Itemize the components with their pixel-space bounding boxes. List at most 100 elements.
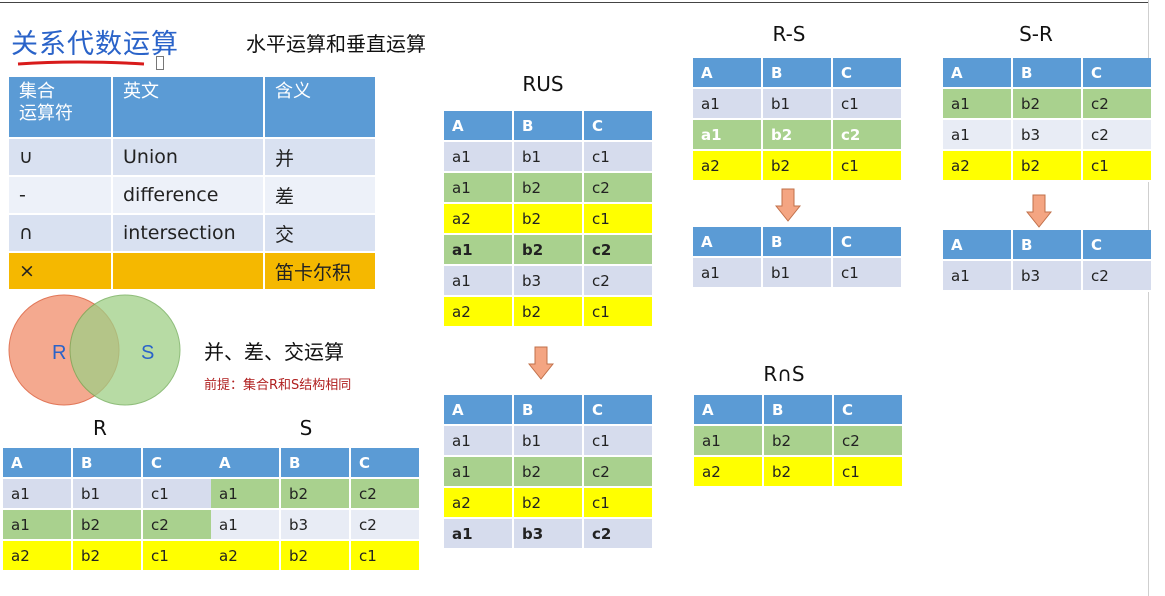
table-row: a2 b2 c1 <box>943 151 1153 182</box>
table-cell: a1 <box>444 457 514 488</box>
col-header: B <box>73 448 143 479</box>
col-header: C <box>1083 58 1153 89</box>
table-cell: b3 <box>1013 261 1083 292</box>
table-cell: a2 <box>211 541 281 572</box>
table-cell: c2 <box>584 235 654 266</box>
table-label-union: RUS <box>522 72 564 96</box>
col-header: A <box>444 395 514 426</box>
table-cell: c2 <box>584 457 654 488</box>
table-cell: b2 <box>514 488 584 519</box>
table-row: a1 b1 c1 <box>3 479 213 510</box>
table-row: a1 b2 c2 <box>943 89 1153 120</box>
table-label-r-minus-s: R-S <box>772 22 806 46</box>
table-row: a1 b3 c2 <box>943 120 1153 151</box>
ops-symbol: ∩ <box>9 215 113 253</box>
ops-header-symbol: 集合 运算符 <box>9 77 113 139</box>
col-header: A <box>3 448 73 479</box>
table-cell: a2 <box>3 541 73 572</box>
table-cell: b2 <box>514 173 584 204</box>
ops-meaning: 笛卡尔积 <box>265 253 377 291</box>
table-cell: c2 <box>351 479 421 510</box>
table-cell: b2 <box>73 541 143 572</box>
table-label-r: R <box>93 416 107 440</box>
col-header: C <box>143 448 213 479</box>
table-row: a1 b1 c1 <box>693 258 903 289</box>
table-cell: a1 <box>444 266 514 297</box>
table-row: a1 b1 c1 <box>444 142 654 173</box>
table-row: a1 b2 c2 <box>444 235 654 266</box>
table-label-intersection: R∩S <box>763 362 805 386</box>
table-cell: b2 <box>514 235 584 266</box>
table-cell: b1 <box>763 89 833 120</box>
table-cell: a1 <box>693 89 763 120</box>
ops-meaning: 并 <box>265 139 377 177</box>
table-s: ABC a1 b2 c2 a1 b3 c2 a2 b2 c1 <box>211 448 421 572</box>
page-subtitle: 水平运算和垂直运算 <box>246 32 426 56</box>
table-cell: c1 <box>143 479 213 510</box>
operators-table: 集合 运算符 英文 含义 ∪ Union 并 - difference 差 ∩ … <box>9 77 377 291</box>
ops-header-english: 英文 <box>113 77 265 139</box>
table-cell: c2 <box>143 510 213 541</box>
ops-symbol: - <box>9 177 113 215</box>
table-cell: b1 <box>514 426 584 457</box>
table-cell: b3 <box>514 266 584 297</box>
table-r: ABC a1 b1 c1 a1 b2 c2 a2 b2 c1 <box>3 448 213 572</box>
table-row: × 笛卡尔积 <box>9 253 377 291</box>
table-row: a1 b2 c2 <box>3 510 213 541</box>
col-header: A <box>943 58 1013 89</box>
table-cell: c1 <box>584 204 654 235</box>
table-cell: c1 <box>833 258 903 289</box>
col-header: A <box>943 230 1013 261</box>
ops-symbol: ∪ <box>9 139 113 177</box>
col-header: B <box>281 448 351 479</box>
table-row: a2 b2 c1 <box>3 541 213 572</box>
table-cell: c2 <box>1083 261 1153 292</box>
table-cell: a2 <box>694 457 764 488</box>
table-cell: c1 <box>584 426 654 457</box>
table-cell: c2 <box>1083 89 1153 120</box>
table-row: ∩ intersection 交 <box>9 215 377 253</box>
table-intersection: ABC a1 b2 c2 a2 b2 c1 <box>694 395 904 488</box>
table-row: a1 b1 c1 <box>693 89 903 120</box>
ops-english: intersection <box>113 215 265 253</box>
table-cell: c2 <box>1083 120 1153 151</box>
table-row: a1 b2 c2 <box>211 479 421 510</box>
premise-note: 前提：集合R和S结构相同 <box>204 378 352 393</box>
table-cell: c1 <box>833 151 903 182</box>
col-header: A <box>693 58 763 89</box>
table-cell: c2 <box>584 266 654 297</box>
col-header: C <box>833 58 903 89</box>
table-s-minus-r-before: ABC a1 b2 c2 a1 b3 c2 a2 b2 c1 <box>943 58 1153 182</box>
down-arrow-icon <box>775 188 801 222</box>
table-cell: c2 <box>833 120 903 151</box>
table-cell: c1 <box>834 457 904 488</box>
title-underline <box>17 60 145 66</box>
table-label-s: S <box>299 416 313 440</box>
table-cell: b2 <box>763 120 833 151</box>
table-cell: b1 <box>514 142 584 173</box>
table-s-minus-r-after: ABC a1 b3 c2 <box>943 230 1153 292</box>
table-cell: b2 <box>281 541 351 572</box>
table-cell: b3 <box>514 519 584 550</box>
table-cell: b2 <box>764 457 834 488</box>
col-header: C <box>1083 230 1153 261</box>
ops-symbol: × <box>9 253 113 291</box>
table-row: a1 b3 c2 <box>444 266 654 297</box>
table-cell: a2 <box>444 488 514 519</box>
ops-english: Union <box>113 139 265 177</box>
col-header: B <box>1013 58 1083 89</box>
col-header: C <box>833 227 903 258</box>
table-row: a1 b2 c2 <box>694 426 904 457</box>
table-cell: a1 <box>694 426 764 457</box>
table-cell: a1 <box>943 261 1013 292</box>
venn-diagram: R S <box>8 294 181 406</box>
table-cell: b1 <box>763 258 833 289</box>
table-row: a1 b3 c2 <box>943 261 1153 292</box>
col-header: B <box>763 58 833 89</box>
table-row: a1 b2 c2 <box>444 457 654 488</box>
down-arrow-icon <box>1026 194 1052 228</box>
table-cell: b2 <box>1013 89 1083 120</box>
table-cell: a1 <box>444 426 514 457</box>
col-header: A <box>693 227 763 258</box>
table-row: - difference 差 <box>9 177 377 215</box>
